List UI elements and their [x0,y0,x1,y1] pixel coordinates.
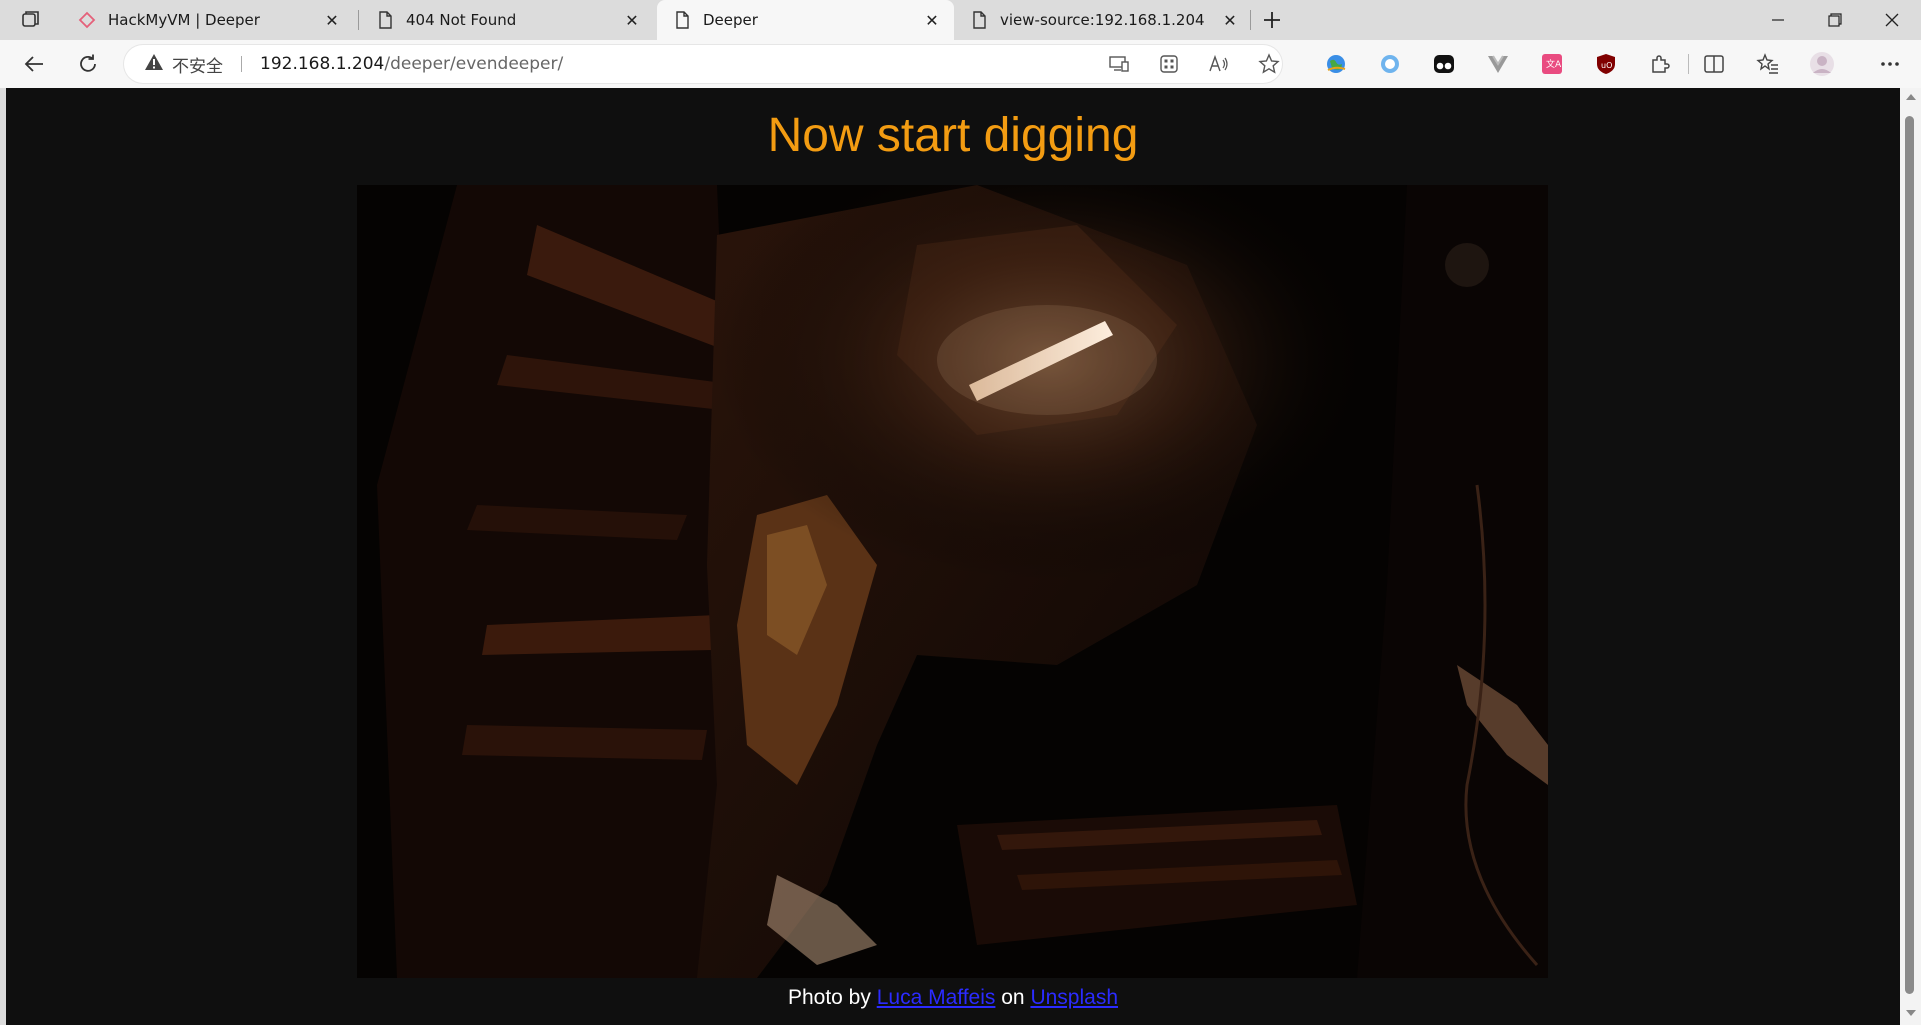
back-icon[interactable] [16,46,52,82]
extension-ublock-icon[interactable]: uO [1592,50,1620,78]
close-tab-icon[interactable]: ✕ [1218,8,1242,32]
document-icon [970,11,988,29]
url-text[interactable]: 192.168.1.204/deeper/evendeeper/ [260,45,563,83]
mine-tunnel-photo [357,185,1548,978]
scroll-up-arrow-icon[interactable] [1906,94,1916,100]
warning-icon [144,53,164,76]
extension-vue-icon[interactable] [1484,50,1512,78]
extensions-puzzle-icon[interactable] [1646,50,1674,78]
workspaces-icon[interactable] [18,8,44,32]
tab-separator [1250,10,1251,30]
address-bar[interactable]: 不安全 192.168.1.204/deeper/evendeeper/ [124,45,1282,83]
tab-separator [358,10,359,30]
tab-deeper-active[interactable]: Deeper ✕ [657,0,954,40]
url-host: 192.168.1.204 [260,54,385,74]
app-available-icon[interactable] [1104,49,1134,79]
profile-avatar-icon[interactable] [1808,50,1836,78]
extension-translate-icon[interactable]: 文A [1538,50,1566,78]
tab-view-source[interactable]: view-source:192.168.1.204 ✕ [954,0,1252,40]
url-divider [241,56,242,72]
tab-hackmyvm[interactable]: HackMyVM | Deeper ✕ [62,0,354,40]
refresh-icon[interactable] [70,46,106,82]
scrollbar-thumb[interactable] [1905,116,1914,994]
new-tab-icon[interactable] [1258,6,1286,34]
url-path: /deeper/evendeeper/ [384,54,564,74]
favorites-icon[interactable] [1754,50,1782,78]
close-tab-icon[interactable]: ✕ [620,8,644,32]
close-tab-icon[interactable]: ✕ [920,8,944,32]
restore-icon[interactable] [1807,0,1863,40]
tab-title: view-source:192.168.1.204 [1000,11,1205,29]
split-screen-icon[interactable] [1700,50,1728,78]
extension-globe-icon[interactable] [1322,50,1350,78]
browser-toolbar: 不安全 192.168.1.204/deeper/evendeeper/ 文A … [0,40,1921,88]
extension-glasses-icon[interactable] [1430,50,1458,78]
scroll-down-arrow-icon[interactable] [1906,1010,1916,1016]
svg-text:uO: uO [1601,61,1612,70]
more-menu-icon[interactable] [1876,50,1904,78]
site-security-indicator[interactable]: 不安全 [144,45,223,83]
minimize-icon[interactable] [1750,0,1806,40]
apps-grid-icon[interactable] [1154,49,1184,79]
vertical-scrollbar[interactable] [1900,88,1921,1025]
close-tab-icon[interactable]: ✕ [320,8,344,32]
toolbar-divider [1688,54,1689,74]
page-viewport: Now start digging Photo by Luca Maffeis … [6,88,1900,1025]
page-heading: Now start digging [767,109,1139,162]
svg-text:文A: 文A [1546,58,1562,70]
tab-strip: HackMyVM | Deeper ✕ 404 Not Found ✕ Deep… [0,0,1921,40]
caption-prefix: Photo by [787,986,871,1009]
read-aloud-icon[interactable] [1204,49,1234,79]
tab-title: 404 Not Found [406,11,517,29]
author-link[interactable]: Luca Maffeis [877,986,996,1009]
security-label: 不安全 [172,56,223,77]
favorite-star-icon[interactable] [1254,49,1284,79]
close-window-icon[interactable] [1864,0,1920,40]
document-icon [376,11,394,29]
hackmyvm-diamond-icon [78,11,96,29]
tab-title: Deeper [703,11,758,29]
document-icon [673,11,691,29]
photo-credit: Photo by Luca Maffeis on Unsplash [6,986,1900,1010]
tab-404[interactable]: 404 Not Found ✕ [360,0,654,40]
unsplash-link[interactable]: Unsplash [1030,986,1118,1009]
tab-title: HackMyVM | Deeper [108,11,260,29]
caption-middle: on [1001,986,1025,1009]
extension-ring-icon[interactable] [1376,50,1404,78]
